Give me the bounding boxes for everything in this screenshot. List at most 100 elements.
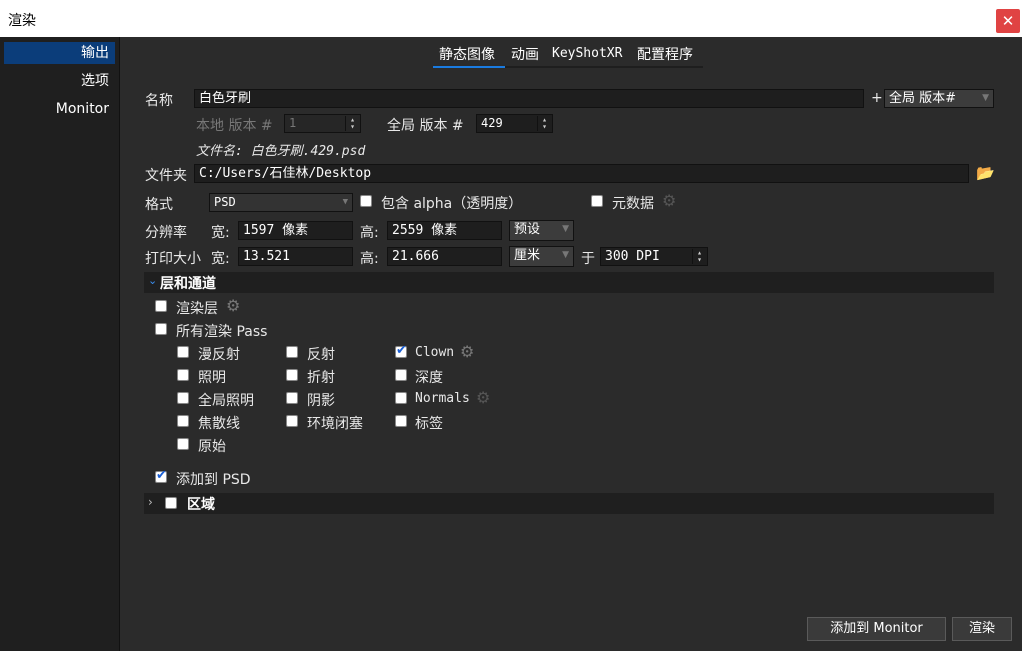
print-size-label: 打印大小	[145, 251, 201, 267]
res-width-input[interactable]: 1597 像素	[238, 221, 353, 240]
height-label: 高:	[360, 225, 379, 241]
print-width-label: 宽:	[211, 251, 230, 267]
clown-checkbox[interactable]	[395, 343, 407, 358]
pass-checkbox[interactable]	[395, 415, 407, 427]
all-passes-checkbox[interactable]	[155, 323, 167, 335]
alpha-label: 包含 alpha（透明度）	[381, 196, 523, 212]
pass-checkbox[interactable]	[395, 392, 407, 404]
tab-still-image[interactable]: 静态图像	[439, 44, 495, 64]
pass-label: 深度	[415, 370, 443, 386]
local-version-input[interactable]: 1 ▴ ▾	[284, 114, 361, 133]
pass-label: 反射	[307, 347, 335, 363]
title-bar: 渲染 ✕	[0, 0, 1022, 37]
pass-label: 照明	[198, 370, 226, 386]
sidebar-item-options[interactable]: 选项	[4, 70, 115, 92]
chevron-right-icon[interactable]: ›	[148, 495, 153, 509]
sidebar-item-monitor[interactable]: Monitor	[4, 98, 115, 120]
format-value: PSD	[214, 195, 236, 209]
gear-icon[interactable]: ⚙	[226, 296, 240, 315]
region-section-header[interactable]: › 区域	[144, 493, 994, 514]
region-checkbox[interactable]	[165, 497, 177, 509]
global-version-value: 429	[481, 116, 503, 130]
pass-label: Clown	[415, 345, 455, 360]
spinner-icon[interactable]: ▴ ▾	[537, 116, 551, 131]
render-button[interactable]: 渲染	[952, 617, 1012, 641]
tab-animation[interactable]: 动画	[511, 44, 539, 64]
chevron-down-icon: ▼	[562, 224, 569, 234]
pass-label: 漫反射	[198, 347, 240, 363]
format-label: 格式	[145, 197, 173, 213]
chevron-down-icon[interactable]: ⌄	[148, 274, 157, 287]
render-layers-checkbox[interactable]	[155, 300, 167, 312]
metadata-checkbox[interactable]	[591, 195, 603, 207]
resolution-label: 分辨率	[145, 225, 187, 241]
local-version-value: 1	[289, 116, 297, 130]
gear-icon[interactable]: ⚙	[476, 388, 490, 407]
unit-select[interactable]: 厘米 ▼	[509, 246, 574, 267]
render-layers-label: 渲染层	[176, 301, 218, 317]
window-title: 渲染	[8, 13, 36, 29]
preset-value: 预设	[514, 222, 541, 237]
pass-label: 全局照明	[198, 393, 254, 409]
local-version-label: 本地 版本 #	[196, 118, 273, 134]
region-title: 区域	[187, 497, 215, 513]
all-passes-label: 所有渲染 Pass	[176, 324, 268, 340]
chevron-down-icon: ▼	[562, 250, 569, 260]
layers-title: 层和通道	[160, 276, 216, 292]
pass-checkbox[interactable]	[177, 438, 189, 450]
print-height-input[interactable]: 21.666	[387, 247, 502, 266]
tab-configurator[interactable]: 配置程序	[637, 44, 693, 64]
chevron-down-icon: ▼	[982, 93, 989, 103]
add-to-psd-checkbox[interactable]	[155, 468, 167, 483]
gear-icon[interactable]: ⚙	[662, 191, 676, 210]
folder-open-icon[interactable]: 📂	[976, 164, 995, 182]
name-input[interactable]: 白色牙刷	[194, 89, 864, 108]
pass-checkbox[interactable]	[177, 392, 189, 404]
dpi-value: 300 DPI	[605, 249, 660, 264]
layers-section-header[interactable]: ⌄ 层和通道	[144, 272, 994, 293]
format-select[interactable]: PSD ▼	[209, 193, 353, 212]
pass-checkbox[interactable]	[395, 369, 407, 381]
print-width-input[interactable]: 13.521	[238, 247, 353, 266]
pass-checkbox[interactable]	[177, 346, 189, 358]
sidebar-item-output[interactable]: 输出	[4, 42, 115, 64]
pass-label: 原始	[198, 439, 226, 455]
active-tab-indicator	[433, 66, 505, 68]
pass-label: Normals	[415, 391, 470, 406]
pass-checkbox[interactable]	[286, 346, 298, 358]
global-version-input[interactable]: 429 ▴ ▾	[476, 114, 553, 133]
pass-label: 阴影	[307, 393, 335, 409]
gear-icon[interactable]: ⚙	[460, 342, 474, 361]
pass-checkbox[interactable]	[177, 369, 189, 381]
width-label: 宽:	[211, 225, 230, 241]
pass-label: 焦散线	[198, 416, 240, 432]
plus-label: +	[871, 90, 883, 106]
pass-checkbox[interactable]	[286, 392, 298, 404]
spinner-icon[interactable]: ▴ ▾	[345, 116, 359, 131]
pass-checkbox[interactable]	[286, 369, 298, 381]
folder-label: 文件夹	[145, 168, 187, 184]
sidebar: 输出 选项 Monitor	[0, 37, 120, 651]
close-button[interactable]: ✕	[996, 9, 1020, 33]
folder-input[interactable]: C:/Users/石佳林/Desktop	[194, 164, 969, 183]
spinner-icon[interactable]: ▴ ▾	[692, 249, 706, 264]
name-label: 名称	[145, 93, 173, 109]
name-suffix-select[interactable]: 全局 版本# ▼	[884, 89, 994, 108]
chevron-down-icon: ▼	[342, 197, 348, 207]
add-to-psd-label: 添加到 PSD	[176, 472, 251, 488]
name-suffix-value: 全局 版本#	[889, 91, 957, 106]
tab-keyshotxr[interactable]: KeyShotXR	[552, 46, 622, 61]
pass-checkbox[interactable]	[286, 415, 298, 427]
pass-checkbox[interactable]	[177, 415, 189, 427]
pass-label: 环境闭塞	[307, 416, 363, 432]
dpi-input[interactable]: 300 DPI ▴ ▾	[600, 247, 708, 266]
metadata-label: 元数据	[612, 196, 654, 212]
global-version-label: 全局 版本 #	[387, 118, 464, 134]
at-label: 于	[581, 251, 595, 267]
preset-select[interactable]: 预设 ▼	[509, 220, 574, 241]
pass-label: 折射	[307, 370, 335, 386]
add-to-monitor-button[interactable]: 添加到 Monitor	[807, 617, 946, 641]
print-height-label: 高:	[360, 251, 379, 267]
res-height-input[interactable]: 2559 像素	[387, 221, 502, 240]
alpha-checkbox[interactable]	[360, 195, 372, 207]
